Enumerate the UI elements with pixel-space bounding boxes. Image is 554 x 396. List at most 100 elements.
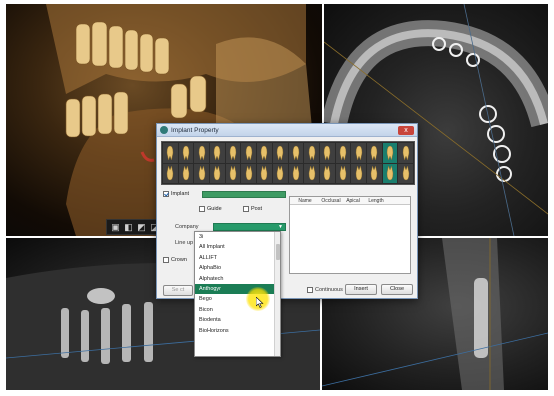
close-icon[interactable]: x	[398, 125, 414, 135]
continuous-label: Continuous	[315, 287, 343, 293]
dropdown-item[interactable]: AlphaBio	[195, 263, 280, 273]
implant-table[interactable]: Name Occlusal Apical Length	[289, 196, 411, 274]
tooth-icon	[386, 146, 394, 161]
dropdown-item[interactable]: ALLIFT	[195, 253, 280, 263]
continuous-checkbox-row[interactable]: Continuous	[307, 287, 343, 293]
tooth-cell[interactable]	[382, 163, 398, 183]
tooth-cell[interactable]	[194, 143, 210, 163]
tooth-icon	[402, 165, 409, 180]
tooth-cell[interactable]	[163, 163, 178, 183]
tooth-cell[interactable]	[304, 163, 319, 183]
dropdown-item[interactable]: Biodenta	[195, 315, 280, 325]
tooth-cell[interactable]	[178, 143, 194, 163]
dropdown-scroll-thumb[interactable]	[276, 244, 280, 260]
tooth-icon	[402, 146, 409, 161]
tooth-cell[interactable]	[210, 143, 225, 163]
select-button[interactable]: Se ct	[163, 285, 193, 296]
guide-checkbox[interactable]	[199, 206, 205, 212]
tooth-cell[interactable]	[335, 143, 351, 163]
company-select[interactable]: ▼	[213, 223, 286, 231]
tooth-cell[interactable]	[351, 143, 366, 163]
tooth-icon	[229, 165, 237, 180]
tooth-cell[interactable]	[225, 143, 241, 163]
tooth-cell[interactable]	[178, 163, 194, 183]
tooth-cell[interactable]	[382, 143, 398, 163]
insert-button[interactable]: Insert	[345, 284, 377, 295]
tooth-cell[interactable]	[398, 163, 413, 183]
tooth-cell[interactable]	[272, 163, 288, 183]
dropdown-item[interactable]: Alphatech	[195, 274, 280, 284]
dropdown-item[interactable]: BioHorizons	[195, 326, 280, 336]
tooth-cell[interactable]	[351, 163, 366, 183]
tooth-cell[interactable]	[210, 163, 225, 183]
tooth-icon	[261, 146, 268, 161]
tooth-icon	[324, 146, 331, 161]
post-label: Post	[251, 206, 263, 212]
table-column-header[interactable]	[388, 197, 412, 205]
dropdown-item[interactable]: 3i	[195, 232, 280, 242]
tooth-icon	[339, 146, 347, 161]
close-button[interactable]: Close	[381, 284, 413, 295]
lineup-label: Line up	[175, 240, 194, 246]
tooth-icon	[261, 165, 268, 180]
tooth-icon	[292, 146, 300, 161]
tooth-icon	[245, 146, 252, 161]
implant-table-header: Name Occlusal Apical Length	[290, 197, 410, 205]
table-column-header[interactable]: Occlusal	[320, 197, 342, 205]
tooth-icon	[182, 165, 190, 180]
tooth-selection-grid	[161, 141, 415, 185]
post-checkbox[interactable]	[243, 206, 249, 212]
tooth-icon	[355, 146, 362, 161]
table-column-header[interactable]: Name	[290, 197, 320, 205]
chevron-down-icon: ▼	[278, 224, 283, 230]
tooth-cell[interactable]	[366, 143, 382, 163]
tooth-icon	[245, 165, 252, 180]
tooth-icon	[355, 165, 362, 180]
tooth-icon	[276, 165, 284, 180]
implant-checkbox[interactable]	[163, 191, 169, 197]
table-column-header[interactable]: Apical	[342, 197, 364, 205]
dialog-title: Implant Property	[171, 126, 219, 134]
dropdown-item[interactable]: All Implant	[195, 242, 280, 252]
tooth-icon	[339, 165, 347, 180]
implant-label: Implant	[171, 191, 190, 197]
guide-checkbox-row[interactable]: Guide	[199, 206, 222, 212]
implant-checkbox-row[interactable]: Implant	[163, 191, 189, 197]
tooth-cell[interactable]	[163, 143, 178, 163]
tool-icon-1[interactable]: ▣	[110, 222, 121, 233]
tooth-cell[interactable]	[335, 163, 351, 183]
tooth-cell[interactable]	[257, 163, 272, 183]
tooth-cell[interactable]	[319, 163, 335, 183]
tooth-cell[interactable]	[225, 163, 241, 183]
tooth-cell[interactable]	[288, 143, 304, 163]
tooth-cell[interactable]	[194, 163, 210, 183]
company-label: Company	[175, 224, 199, 230]
dropdown-scrollbar[interactable]	[274, 232, 280, 356]
tooth-icon	[308, 165, 315, 180]
mouse-cursor-icon	[256, 297, 264, 308]
tooth-cell[interactable]	[241, 143, 257, 163]
implant-name-field[interactable]	[202, 191, 286, 198]
dialog-titlebar[interactable]: Implant Property x	[157, 124, 417, 137]
tooth-cell[interactable]	[366, 163, 382, 183]
tooth-cell[interactable]	[272, 143, 288, 163]
tooth-cell[interactable]	[319, 143, 335, 163]
tooth-icon	[198, 146, 205, 161]
tooth-icon	[386, 165, 394, 180]
tooth-cell[interactable]	[304, 143, 319, 163]
tooth-cell[interactable]	[398, 143, 413, 163]
tooth-cell[interactable]	[241, 163, 257, 183]
crown-checkbox[interactable]	[163, 257, 169, 263]
continuous-checkbox[interactable]	[307, 287, 313, 293]
tooth-icon	[229, 146, 237, 161]
table-column-header[interactable]: Length	[364, 197, 388, 205]
post-checkbox-row[interactable]: Post	[243, 206, 262, 212]
tooth-cell[interactable]	[288, 163, 304, 183]
tooth-cell[interactable]	[257, 143, 272, 163]
tooth-icon	[198, 165, 205, 180]
tooth-icon	[371, 146, 378, 161]
tooth-icon	[167, 146, 174, 161]
tool-icon-3[interactable]: ◩	[136, 222, 147, 233]
crown-checkbox-row[interactable]: Crown	[163, 257, 187, 263]
tool-icon-2[interactable]: ◧	[123, 222, 134, 233]
